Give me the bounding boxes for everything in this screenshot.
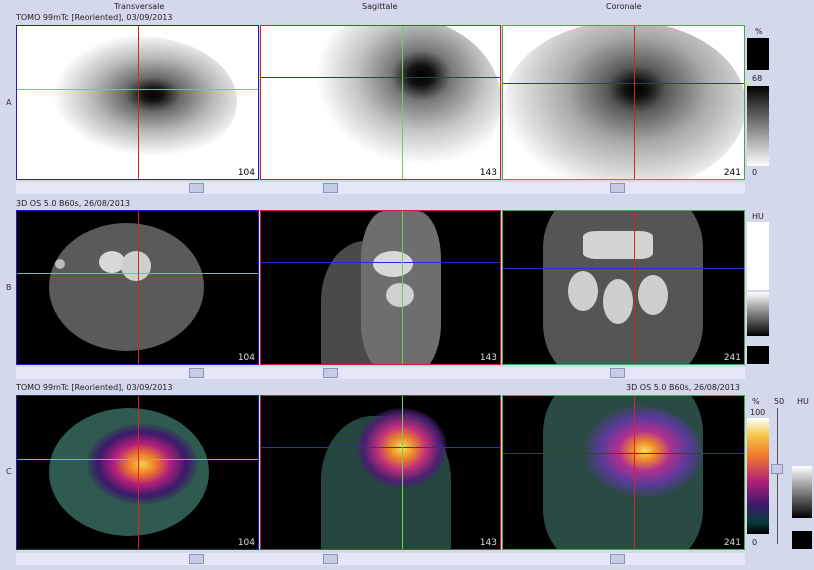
crosshair-vertical xyxy=(634,26,635,179)
slice-number: 241 xyxy=(723,538,741,548)
scale-c-pet-unit: % xyxy=(752,397,760,406)
scale-c-ct-window-bottom[interactable] xyxy=(792,531,812,549)
row-b-series-label: 3D OS 5.0 B60s, 26/08/2013 xyxy=(16,199,131,208)
row-c-series-label-right: 3D OS 5.0 B60s, 26/08/2013 xyxy=(626,383,741,392)
scale-b-unit: HU xyxy=(752,212,764,221)
ct-wrist-crosssection xyxy=(49,223,204,351)
ct-bone xyxy=(386,283,414,307)
row-a-slider-track xyxy=(16,182,745,194)
ct-bone xyxy=(373,251,413,277)
row-b-transversal-view[interactable]: 104 xyxy=(16,210,259,365)
ct-bone xyxy=(638,275,668,315)
row-a-coronal-slice-slider[interactable] xyxy=(610,183,625,193)
row-b-slider-track xyxy=(16,367,745,379)
row-a-coronal-view[interactable]: 241 xyxy=(502,25,745,180)
slice-number: 104 xyxy=(237,538,255,548)
crosshair-vertical xyxy=(138,26,139,179)
slice-number: 143 xyxy=(479,353,497,363)
scale-c-fusion-track xyxy=(777,408,778,544)
row-c-transversal-slice-slider[interactable] xyxy=(189,554,204,564)
scale-c-fusion-value: 50 xyxy=(774,397,785,406)
column-header-sagittal: Sagittale xyxy=(362,2,398,11)
crosshair-vertical xyxy=(402,211,403,364)
crosshair-vertical xyxy=(138,396,139,549)
row-b-coronal-slice-slider[interactable] xyxy=(610,368,625,378)
ct-bone xyxy=(121,251,151,281)
scale-a-top-value: 68 xyxy=(752,74,763,83)
ct-bone xyxy=(55,259,65,269)
row-a-transversal-slice-slider[interactable] xyxy=(189,183,204,193)
row-c-slider-track xyxy=(16,553,745,565)
ct-bone xyxy=(603,279,633,324)
crosshair-vertical xyxy=(634,211,635,364)
row-b-coronal-view[interactable]: 241 xyxy=(502,210,745,365)
slice-number: 104 xyxy=(237,353,255,363)
row-c-coronal-view[interactable]: 241 xyxy=(502,395,745,550)
slice-number: 143 xyxy=(479,168,497,178)
row-a-series-label: TOMO 99mTc [Reoriented], 03/09/2013 xyxy=(16,13,173,22)
row-c-transversal-view[interactable]: 104 xyxy=(16,395,259,550)
slice-number: 241 xyxy=(723,353,741,363)
row-b-label: B xyxy=(6,283,12,292)
row-c-label: C xyxy=(6,467,12,476)
row-b-sagittal-view[interactable]: 143 xyxy=(260,210,501,365)
scale-a-window-top[interactable] xyxy=(747,38,769,70)
column-header-coronal: Coronale xyxy=(606,2,642,11)
scale-b-window-top[interactable] xyxy=(747,222,769,290)
scale-b-window-bottom[interactable] xyxy=(747,346,769,364)
row-c-sagittal-slice-slider[interactable] xyxy=(323,554,338,564)
column-header-transversal: Transversale xyxy=(114,2,165,11)
fusion-hotspot xyxy=(87,424,197,504)
crosshair-horizontal xyxy=(261,77,500,78)
crosshair-vertical xyxy=(402,26,403,179)
fusion-hotspot xyxy=(573,406,703,506)
spect-uptake-image xyxy=(503,26,744,179)
crosshair-vertical xyxy=(138,211,139,364)
scale-a-bottom-value: 0 xyxy=(752,168,758,177)
ct-bone xyxy=(568,271,598,311)
scale-c-pet-bottom-value: 0 xyxy=(752,538,758,547)
crosshair-horizontal xyxy=(503,83,744,84)
scale-a-grayscale-bar[interactable] xyxy=(747,86,769,166)
scale-b-grayscale-bar[interactable] xyxy=(747,292,769,336)
crosshair-vertical xyxy=(402,396,403,549)
row-b-sagittal-slice-slider[interactable] xyxy=(323,368,338,378)
scale-c-ct-unit: HU xyxy=(797,397,809,406)
row-b-transversal-slice-slider[interactable] xyxy=(189,368,204,378)
slice-number: 241 xyxy=(723,168,741,178)
spect-uptake-image xyxy=(37,36,237,166)
spect-uptake-image xyxy=(291,26,500,179)
row-a-sagittal-slice-slider[interactable] xyxy=(323,183,338,193)
scale-a-unit: % xyxy=(755,27,763,36)
crosshair-horizontal xyxy=(503,453,744,454)
crosshair-horizontal xyxy=(503,268,744,269)
row-c-series-label: TOMO 99mTc [Reoriented], 03/09/2013 xyxy=(16,383,173,392)
ct-bone xyxy=(583,231,653,259)
row-c-sagittal-view[interactable]: 143 xyxy=(260,395,501,550)
row-a-label: A xyxy=(6,98,12,107)
crosshair-vertical xyxy=(634,396,635,549)
scale-c-ct-grayscale-bar[interactable] xyxy=(792,466,812,518)
crosshair-horizontal xyxy=(261,447,500,448)
slice-number: 104 xyxy=(237,168,255,178)
crosshair-horizontal xyxy=(261,262,500,263)
row-c-coronal-slice-slider[interactable] xyxy=(610,554,625,564)
row-a-transversal-view[interactable]: 104 xyxy=(16,25,259,180)
row-a-sagittal-view[interactable]: 143 xyxy=(260,25,501,180)
scale-c-pet-top-value: 100 xyxy=(750,408,766,417)
slice-number: 143 xyxy=(479,538,497,548)
scale-c-fusion-slider[interactable] xyxy=(771,464,783,474)
scale-c-pet-colorbar[interactable] xyxy=(747,418,769,534)
